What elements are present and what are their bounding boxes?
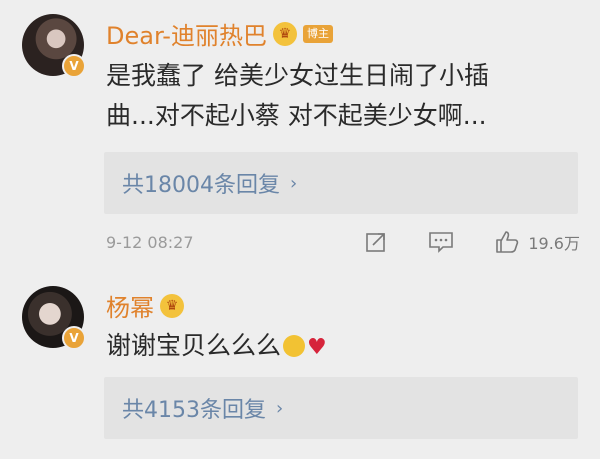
chevron-right-icon: ›	[276, 397, 284, 419]
share-button[interactable]	[364, 230, 388, 254]
reply-count: 共18004条回复	[122, 173, 280, 198]
view-replies-link[interactable]: 共18004条回复 ›	[122, 167, 297, 199]
author-badge: 博主	[302, 24, 333, 43]
heart-icon: ♥	[307, 335, 327, 360]
reply-box[interactable]: 共4153条回复 ›	[104, 377, 578, 439]
like-button[interactable]: 19.6万	[494, 229, 580, 255]
share-icon	[366, 233, 386, 252]
like-icon	[496, 231, 519, 253]
like-count: 19.6万	[528, 234, 580, 253]
comment-text-line: 谢谢宝贝么么么	[106, 331, 282, 360]
reply-count: 共4153条回复	[122, 398, 266, 423]
comment-button[interactable]	[428, 230, 454, 254]
action-bar: 19.6万	[364, 229, 580, 255]
avatar[interactable]: V	[22, 286, 86, 350]
author-name[interactable]: 杨幂	[106, 288, 154, 323]
verified-icon: V	[62, 54, 86, 78]
author-row: Dear-迪丽热巴 ♛ 博主	[106, 16, 333, 51]
reply-box[interactable]: 共18004条回复 ›	[104, 152, 578, 214]
chevron-right-icon: ›	[290, 172, 298, 194]
comment-text: 是我蠢了 给美少女过生日闹了小插 曲...对不起小蔡 对不起美少女啊...	[106, 56, 576, 136]
comment-text-line: 曲...对不起小蔡 对不起美少女啊...	[106, 101, 487, 130]
verified-icon: V	[62, 326, 86, 350]
avatar[interactable]: V	[22, 14, 86, 78]
comment-meta: 9-12 08:27 19.6万	[106, 227, 580, 257]
crown-icon: ♛	[160, 293, 184, 318]
author-name[interactable]: Dear-迪丽热巴	[106, 16, 267, 51]
comment-text-line: 是我蠢了 给美少女过生日闹了小插	[106, 61, 489, 90]
author-row: 杨幂 ♛	[106, 288, 184, 323]
comment-icon	[429, 232, 454, 253]
surprised-emoji-icon	[283, 335, 306, 357]
view-replies-link[interactable]: 共4153条回复 ›	[122, 392, 283, 424]
comment-text: 谢谢宝贝么么么 ♥	[106, 326, 576, 368]
timestamp: 9-12 08:27	[106, 232, 194, 252]
crown-icon: ♛	[272, 21, 297, 46]
